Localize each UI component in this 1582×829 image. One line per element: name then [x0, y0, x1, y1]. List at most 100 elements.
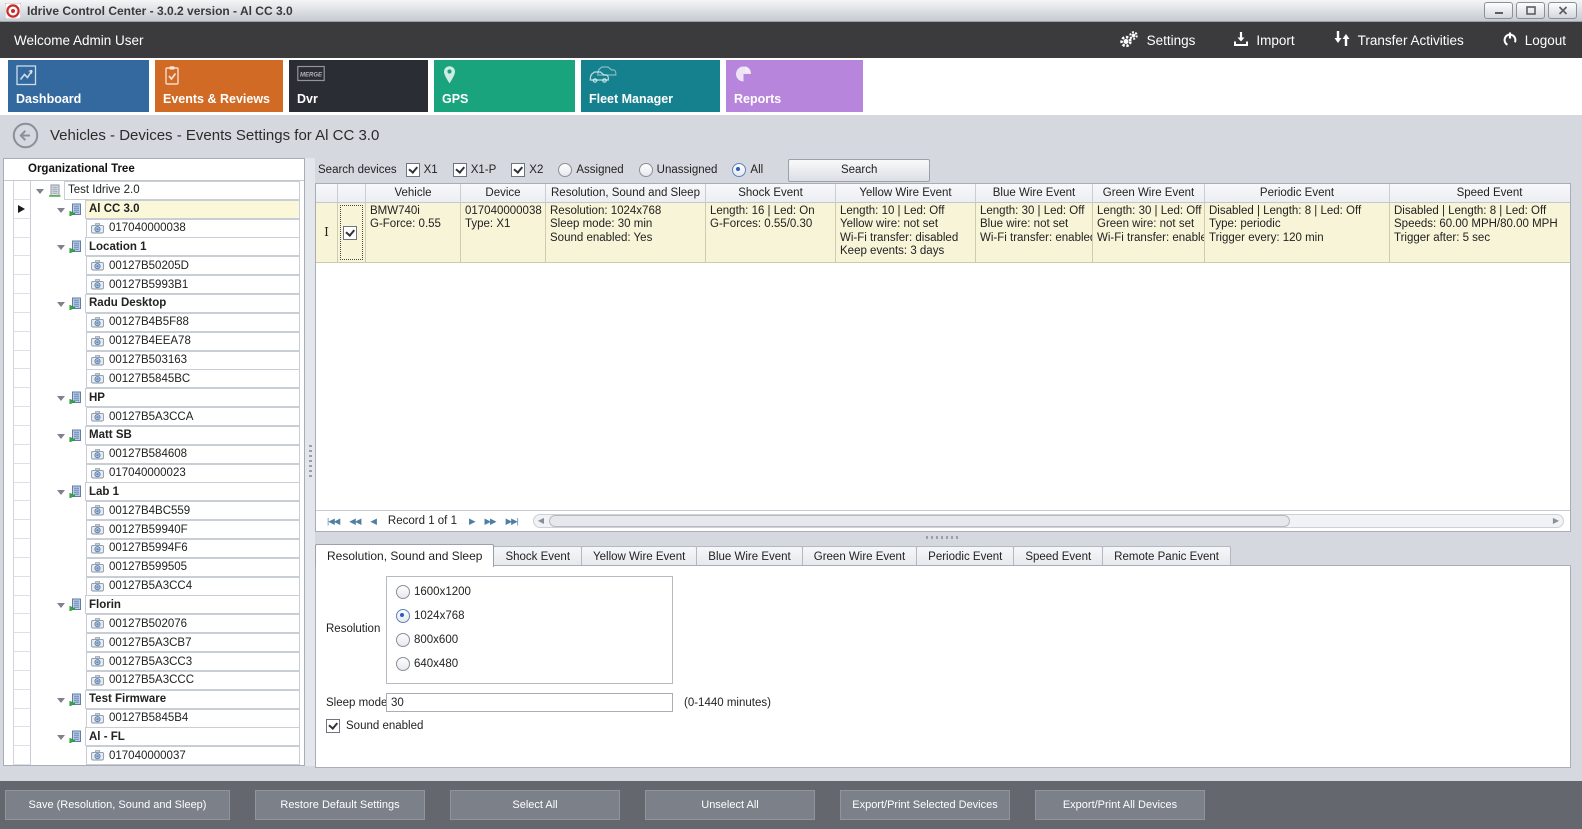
collapse-arrow-icon[interactable] — [57, 698, 65, 703]
grid-header-green-wire-event[interactable]: Green Wire Event — [1093, 184, 1205, 202]
grid-header-speed-event[interactable]: Speed Event — [1390, 184, 1571, 202]
sound-enabled-checkbox[interactable] — [326, 719, 340, 733]
tree-device-item[interactable]: 017040000023 — [86, 464, 300, 483]
grid-header-yellow-wire-event[interactable]: Yellow Wire Event — [836, 184, 976, 202]
export-print-all-devices-button[interactable]: Export/Print All Devices — [1035, 790, 1205, 820]
tree-row-content[interactable]: 00127B50205D — [31, 256, 304, 275]
tree-row-content[interactable]: 00127B4B5F88 — [31, 313, 304, 332]
prev-record-button[interactable]: ◀ — [370, 516, 376, 527]
sleep-mode-input[interactable]: 30 — [386, 693, 673, 712]
horizontal-splitter[interactable] — [315, 533, 1571, 542]
first-record-button[interactable]: |◀◀ — [327, 516, 339, 527]
tree-row-content[interactable]: Matt SB — [31, 426, 304, 445]
tree-device-item[interactable]: 00127B4B5F88 — [86, 313, 300, 332]
tab-speed-event[interactable]: Speed Event — [1013, 546, 1103, 566]
tree-device-item[interactable]: 00127B59940F — [86, 520, 300, 539]
assigned-radio[interactable] — [558, 163, 572, 177]
vertical-splitter[interactable] — [305, 158, 315, 766]
tree-row-content[interactable]: 00127B5993B1 — [31, 275, 304, 294]
tree-row-content[interactable]: Radu Desktop — [31, 294, 304, 313]
collapse-arrow-icon[interactable] — [57, 208, 65, 213]
horizontal-scrollbar[interactable]: ◀ ▶ — [533, 514, 1564, 528]
tree-row-content[interactable]: HP — [31, 388, 304, 407]
filter-unassigned[interactable]: Unassigned — [639, 163, 718, 177]
grid-row[interactable]: IBMW740iG-Force: 0.55017040000038Type: X… — [316, 203, 1570, 263]
nav-tile-dvr[interactable]: MERGEDvr — [289, 60, 428, 112]
cell-blue-wire-event[interactable]: Length: 30 | Led: OffBlue wire: not setW… — [976, 203, 1093, 262]
tree-row-content[interactable]: 00127B5A3CC4 — [31, 577, 304, 596]
nav-tile-fleet-manager[interactable]: Fleet Manager — [581, 60, 720, 112]
resolution-radio[interactable] — [396, 609, 410, 623]
tab-periodic-event[interactable]: Periodic Event — [916, 546, 1014, 566]
tree-device-item[interactable]: 00127B5845B4 — [86, 709, 300, 728]
all-radio[interactable] — [732, 163, 746, 177]
resolution-option-800x600[interactable]: 800x600 — [396, 633, 458, 647]
next-record-button[interactable]: ▶ — [469, 516, 475, 527]
nav-tile-dashboard[interactable]: Dashboard — [8, 60, 149, 112]
resolution-option-640x480[interactable]: 640x480 — [396, 657, 458, 671]
tree-row-content[interactable]: 00127B5A3CC3 — [31, 652, 304, 671]
tree-row-content[interactable]: 00127B5845B4 — [31, 709, 304, 728]
filter-x2[interactable]: X2 — [511, 163, 543, 177]
collapse-arrow-icon[interactable] — [36, 189, 44, 194]
tree-row-content[interactable]: 00127B5994F6 — [31, 539, 304, 558]
unselect-all-button[interactable]: Unselect All — [645, 790, 815, 820]
cell-green-wire-event[interactable]: Length: 30 | Led: OffGreen wire: not set… — [1093, 203, 1205, 262]
tree-row-content[interactable]: 00127B503163 — [31, 351, 304, 370]
collapse-arrow-icon[interactable] — [57, 302, 65, 307]
tree-row-content[interactable]: 00127B599505 — [31, 558, 304, 577]
tree-row-content[interactable]: 00127B502076 — [31, 614, 304, 633]
scrollbar-thumb[interactable] — [549, 515, 1290, 527]
unassigned-radio[interactable] — [639, 163, 653, 177]
logout-button[interactable]: Logout — [1502, 31, 1566, 50]
sound-enabled-row[interactable]: Sound enabled — [326, 719, 423, 733]
scroll-left-icon[interactable]: ◀ — [538, 516, 544, 525]
minimize-button[interactable] — [1484, 2, 1513, 19]
tree-row-content[interactable]: 00127B4EEA78 — [31, 332, 304, 351]
filter-assigned[interactable]: Assigned — [558, 163, 623, 177]
cell-yellow-wire-event[interactable]: Length: 10 | Led: OffYellow wire: not se… — [836, 203, 976, 262]
tree-row-content[interactable]: 00127B59940F — [31, 520, 304, 539]
tree-device-item[interactable]: 00127B4EEA78 — [86, 332, 300, 351]
tree-device-item[interactable]: 017040000037 — [86, 746, 300, 765]
tab-green-wire-event[interactable]: Green Wire Event — [802, 546, 917, 566]
tree-device-item[interactable]: 00127B5A3CC4 — [86, 577, 300, 596]
search-button[interactable]: Search — [788, 159, 930, 182]
tree-row-content[interactable]: 017040000037 — [31, 746, 304, 765]
tree-device-item[interactable]: 017040000038 — [86, 219, 300, 238]
tree-row-content[interactable]: 00127B5A3CB7 — [31, 633, 304, 652]
next-page-button[interactable]: ▶▶ — [485, 516, 496, 527]
tree-device-item[interactable]: 00127B5994F6 — [86, 539, 300, 558]
collapse-arrow-icon[interactable] — [57, 490, 65, 495]
filter-x1p[interactable]: X1-P — [453, 163, 497, 177]
collapse-arrow-icon[interactable] — [57, 396, 65, 401]
tree-device-item[interactable]: 00127B5A3CCA — [86, 407, 300, 426]
collapse-arrow-icon[interactable] — [57, 245, 65, 250]
tab-yellow-wire-event[interactable]: Yellow Wire Event — [581, 546, 697, 566]
resolution-option-1024x768[interactable]: 1024x768 — [396, 609, 465, 623]
transfer-activities-button[interactable]: Transfer Activities — [1333, 30, 1464, 50]
resolution-radio[interactable] — [396, 633, 410, 647]
x1p-checkbox[interactable] — [453, 163, 467, 177]
tree-row-content[interactable]: Test Firmware — [31, 690, 304, 709]
resolution-radio[interactable] — [396, 585, 410, 599]
tree-device-item[interactable]: 00127B4BC559 — [86, 501, 300, 520]
tab-remote-panic-event[interactable]: Remote Panic Event — [1102, 546, 1231, 566]
x1-checkbox[interactable] — [406, 163, 420, 177]
tree-device-item[interactable]: 00127B5993B1 — [86, 275, 300, 294]
tree-device-item[interactable]: 00127B5A3CB7 — [86, 633, 300, 652]
tab-shock-event[interactable]: Shock Event — [493, 546, 582, 566]
maximize-button[interactable] — [1516, 2, 1545, 19]
cell-periodic-event[interactable]: Disabled | Length: 8 | Led: OffType: per… — [1205, 203, 1390, 262]
tree-row-content[interactable]: 00127B5A3CCC — [31, 671, 304, 690]
tab-blue-wire-event[interactable]: Blue Wire Event — [696, 546, 802, 566]
tree-row-content[interactable]: Lab 1 — [31, 483, 304, 502]
nav-tile-gps[interactable]: GPS — [434, 60, 575, 112]
grid-header-device[interactable]: Device — [461, 184, 546, 202]
cell-speed-event[interactable]: Disabled | Length: 8 | Led: OffSpeeds: 6… — [1390, 203, 1571, 262]
grid-header-periodic-event[interactable]: Periodic Event — [1205, 184, 1390, 202]
tab-resolution-sound-and-sleep[interactable]: Resolution, Sound and Sleep — [315, 544, 494, 567]
tree-row-content[interactable]: Test Idrive 2.0 — [31, 181, 304, 200]
tree-row-content[interactable]: Location 1 — [31, 238, 304, 257]
collapse-arrow-icon[interactable] — [57, 434, 65, 439]
